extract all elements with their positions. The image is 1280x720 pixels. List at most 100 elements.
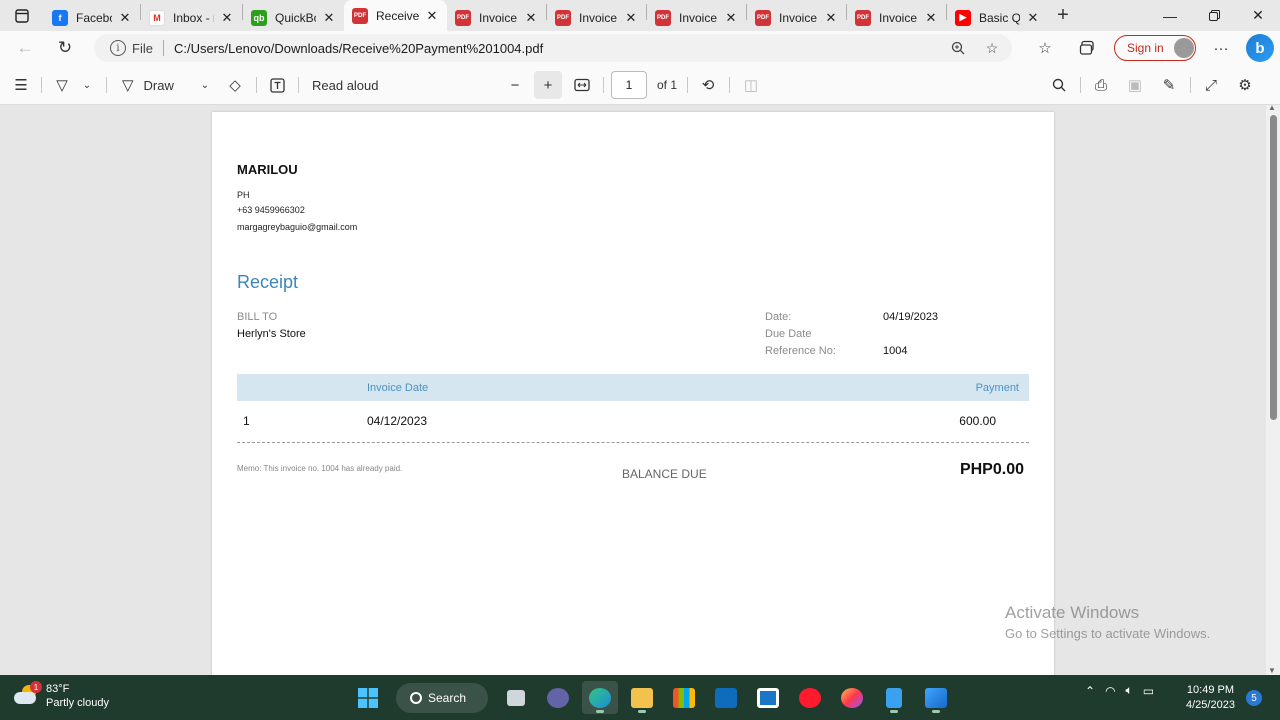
fit-page-button[interactable] [570, 71, 594, 99]
start-button[interactable] [350, 681, 386, 714]
scroll-up-icon[interactable]: ▲ [1268, 105, 1276, 112]
tab-close-icon[interactable]: ✕ [116, 9, 134, 27]
tab-strip: f Faceboo ✕ M Inbox - r ✕ qb QuickBo ✕ PDF Receive… [0, 0, 1280, 31]
restore-button[interactable] [1192, 0, 1236, 31]
teams-chat-button[interactable] [540, 681, 576, 714]
collections-icon [1079, 40, 1094, 55]
store-icon [673, 687, 695, 708]
save-as-button[interactable]: ✎ [1158, 71, 1180, 99]
close-window-button[interactable]: ✕ [1236, 0, 1280, 31]
draw-button[interactable]: ▽ Draw [122, 71, 198, 99]
scroll-down-icon[interactable]: ▼ [1268, 666, 1276, 675]
favorites-button[interactable]: ☆ [1030, 33, 1060, 63]
tab-9[interactable]: ▶ Basic QB ✕ [947, 4, 1048, 31]
page-view-button[interactable]: ◫ [740, 71, 762, 99]
collections-button[interactable] [1072, 33, 1102, 63]
notification-badge[interactable]: 5 [1246, 690, 1262, 706]
tab-title: Invoice [779, 10, 818, 25]
tab-4[interactable]: PDF Invoice 1 ✕ [447, 4, 546, 31]
opera-icon [799, 687, 821, 708]
file-explorer-button[interactable] [624, 681, 660, 714]
contents-button[interactable]: ☰ [10, 71, 32, 99]
zoom-out-button[interactable]: − [504, 71, 526, 99]
tab-3[interactable]: PDF Receive ✕ [344, 0, 447, 31]
photos-button[interactable] [918, 681, 954, 714]
tab-7[interactable]: PDF Invoice ✕ [747, 4, 846, 31]
settings-more-button[interactable]: ··· [1206, 33, 1236, 63]
read-aloud-button[interactable]: Read aloud [312, 71, 382, 99]
address-bar[interactable]: i File C:/Users/Lenovo/Downloads/Receive… [94, 34, 1012, 62]
back-button[interactable]: ← [5, 31, 45, 65]
new-tab-button[interactable]: + [1048, 0, 1078, 31]
find-button[interactable] [1048, 71, 1070, 99]
sign-in-button[interactable]: Sign in [1114, 35, 1196, 61]
edge-taskbar-button[interactable] [582, 681, 618, 714]
zoom-icon[interactable] [948, 38, 968, 58]
wifi-icon[interactable]: ◠ [1105, 684, 1115, 698]
taskbar-search[interactable]: Search [396, 682, 488, 713]
tab-6[interactable]: PDF Invoice ✕ [647, 4, 746, 31]
store-button[interactable] [666, 681, 702, 714]
highlight-button[interactable]: ▽ [52, 71, 72, 99]
opera-button[interactable] [792, 681, 828, 714]
firefox-button[interactable] [834, 681, 870, 714]
notepad-button[interactable] [876, 681, 912, 714]
add-favorite-icon[interactable]: ☆ [982, 38, 1002, 58]
bing-button[interactable]: b [1246, 34, 1274, 62]
tab-5[interactable]: PDF Invoice ✕ [547, 4, 646, 31]
refresh-button[interactable]: ↻ [45, 31, 85, 65]
vertical-scrollbar[interactable]: ▲ ▼ [1266, 105, 1280, 675]
info-icon[interactable]: i [110, 40, 126, 56]
tab-close-icon[interactable]: ✕ [1024, 9, 1042, 27]
battery-icon[interactable]: ▭ [1143, 684, 1154, 698]
tab-close-icon[interactable]: ✕ [822, 9, 840, 27]
task-view-button[interactable] [498, 681, 534, 714]
balance-due-value: PHP0.00 [959, 461, 1024, 478]
tab-8[interactable]: PDF Invoice ✕ [847, 4, 946, 31]
zoom-in-button[interactable]: + [534, 71, 562, 99]
tab-close-icon[interactable]: ✕ [722, 9, 740, 27]
tab-0[interactable]: f Faceboo ✕ [44, 4, 140, 31]
app-button[interactable] [750, 681, 786, 714]
add-text-button[interactable] [266, 71, 288, 99]
search-icon [410, 691, 422, 704]
tab-favicon-icon: ▶ [955, 9, 971, 26]
tab-actions-button[interactable] [0, 0, 44, 31]
tab-close-icon[interactable]: ✕ [320, 9, 338, 27]
weather-widget[interactable]: 1 83°F Partly cloudy [14, 681, 109, 710]
row-number: 1 [243, 414, 250, 428]
url-text[interactable]: C:/Users/Lenovo/Downloads/Receive%20Paym… [174, 41, 543, 56]
search-icon [1052, 78, 1066, 92]
page-number-input[interactable]: 1 [611, 71, 647, 99]
rotate-button[interactable]: ⟲ [697, 71, 719, 99]
minimize-button[interactable]: — [1148, 0, 1192, 31]
tab-close-icon[interactable]: ✕ [218, 9, 236, 27]
tab-title: QuickBo [275, 10, 316, 25]
highlight-options-button[interactable]: ⌄ [80, 71, 94, 99]
due-date-label: Due Date [765, 328, 812, 340]
tab-2[interactable]: qb QuickBo ✕ [243, 4, 344, 31]
fullscreen-button[interactable]: ⤢ [1200, 71, 1222, 99]
tab-close-icon[interactable]: ✕ [522, 9, 540, 27]
volume-icon[interactable]: 🔈︎ [1126, 683, 1133, 698]
chevron-up-icon[interactable]: ⌃ [1085, 684, 1095, 698]
tab-close-icon[interactable]: ✕ [922, 9, 940, 27]
mail-button[interactable] [708, 681, 744, 714]
tab-close-icon[interactable]: ✕ [423, 7, 441, 25]
clock[interactable]: 10:49 PM 4/25/2023 [1186, 683, 1235, 713]
print-button[interactable]: ⎙ [1090, 71, 1112, 99]
tab-favicon-icon: PDF [352, 7, 368, 24]
pdf-viewer[interactable]: MARILOU PH +63 9459966302 margagreybagui… [0, 105, 1280, 675]
erase-button[interactable]: ◇ [224, 71, 246, 99]
scrollbar-thumb[interactable] [1270, 115, 1277, 420]
pdf-settings-button[interactable]: ⚙ [1234, 71, 1256, 99]
tab-1[interactable]: M Inbox - r ✕ [141, 4, 242, 31]
reference-value: 1004 [883, 345, 908, 357]
tab-close-icon[interactable]: ✕ [622, 9, 640, 27]
watermark-subtitle: Go to Settings to activate Windows. [1005, 626, 1211, 641]
toolbar-divider [603, 77, 604, 93]
save-button[interactable]: ▣ [1124, 71, 1146, 99]
draw-options-button[interactable]: ⌄ [198, 71, 212, 99]
sign-in-label: Sign in [1127, 41, 1164, 55]
toolbar-divider [1080, 77, 1081, 93]
